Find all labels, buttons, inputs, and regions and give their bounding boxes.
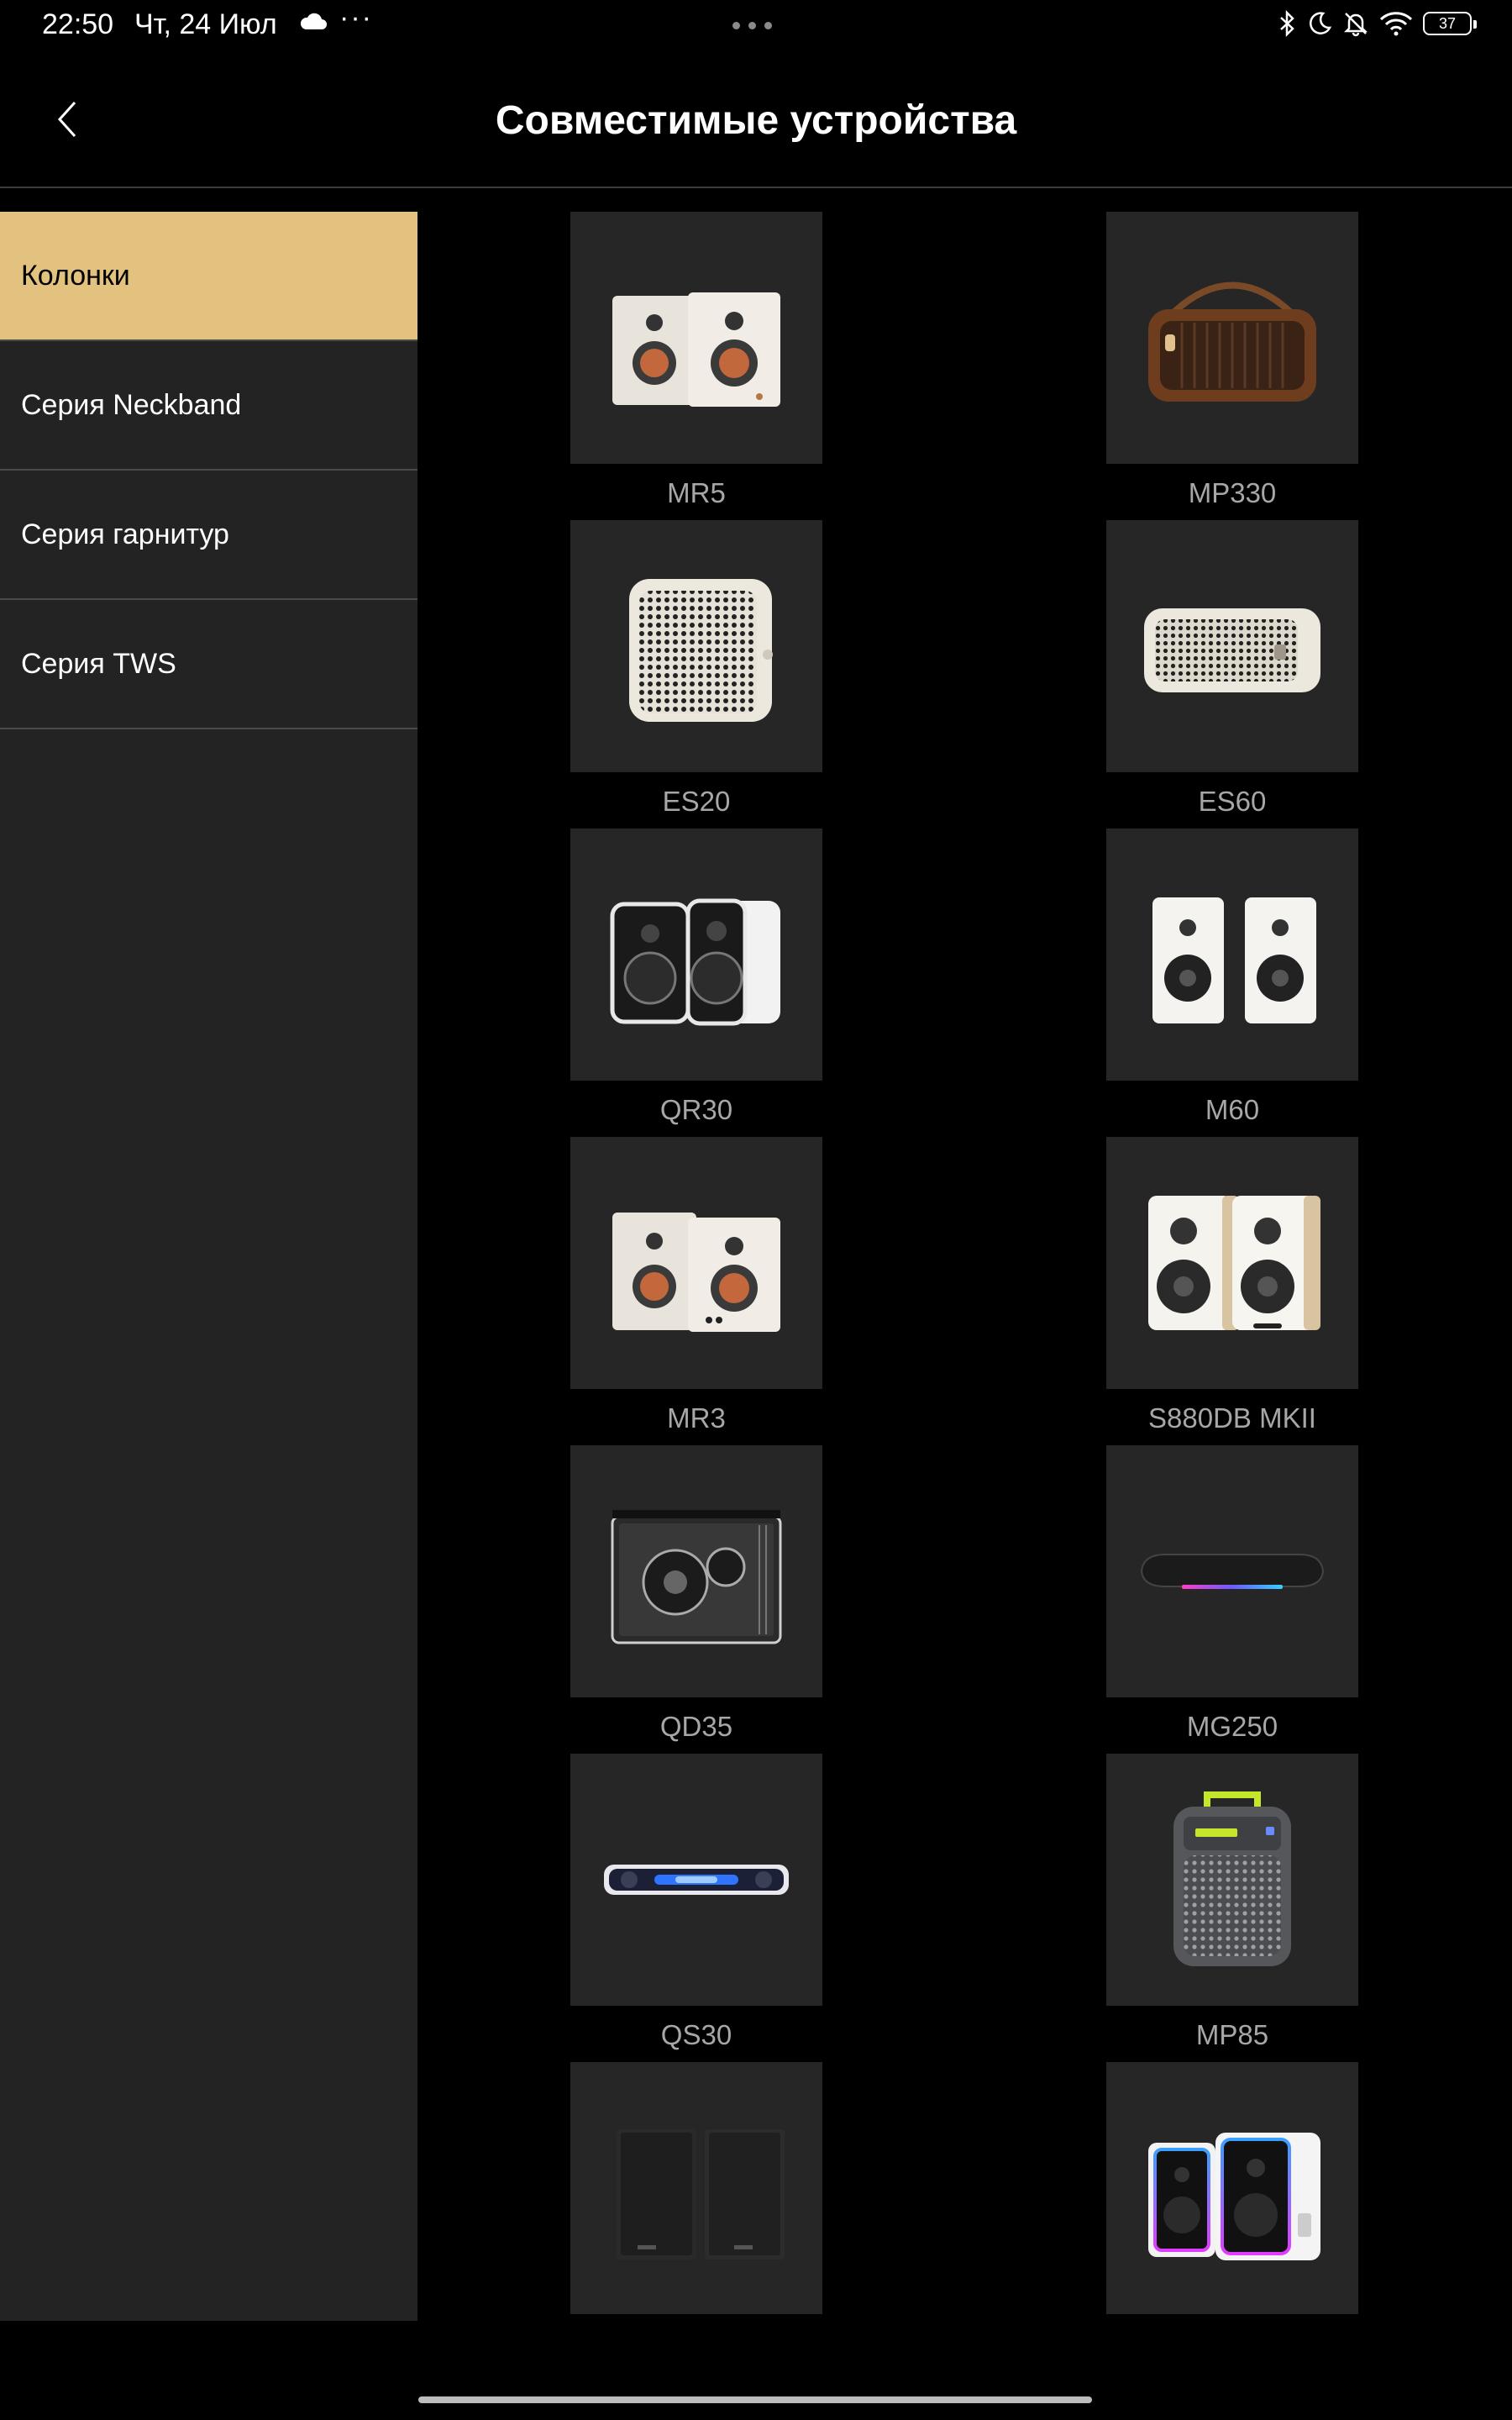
- device-image: [570, 1445, 822, 1697]
- wifi-icon: [1379, 12, 1413, 36]
- black-speakers-icon: [617, 2129, 785, 2260]
- sidebar-item-label: Колонки: [21, 259, 130, 292]
- device-name: MG250: [1186, 1711, 1278, 1742]
- device-image: [570, 520, 822, 772]
- home-indicator[interactable]: [418, 2396, 1092, 2403]
- device-name: M60: [1205, 1094, 1260, 1125]
- device-image: [1106, 1137, 1358, 1389]
- multiwindow-dots-icon[interactable]: [732, 22, 772, 29]
- device-card-mr5[interactable]: MR5: [570, 212, 822, 509]
- device-card-rgb-speakers[interactable]: [1106, 2062, 1358, 2328]
- cube-speaker-icon: [629, 579, 773, 722]
- white-speakers-icon: [1152, 897, 1316, 1023]
- device-card-mg250[interactable]: MG250: [1106, 1445, 1358, 1743]
- battery-icon: 37: [1423, 12, 1477, 35]
- device-image: [1106, 2062, 1358, 2314]
- device-card-mr3[interactable]: MR3: [570, 1137, 822, 1434]
- device-card-es60[interactable]: ES60: [1106, 520, 1358, 818]
- status-bar: 22:50 Чт, 24 Июл ··· 37: [0, 0, 1512, 52]
- device-card-qr30[interactable]: QR30: [570, 829, 822, 1126]
- wood-speakers-icon: [1148, 1196, 1320, 1330]
- device-name: QS30: [660, 2019, 732, 2050]
- device-card-qd35[interactable]: QD35: [570, 1445, 822, 1743]
- sidebar-item-label: Серия TWS: [21, 647, 176, 680]
- cloud-icon: [300, 13, 327, 29]
- battery-level: 37: [1438, 14, 1457, 32]
- device-card-es20[interactable]: ES20: [570, 520, 822, 818]
- bluetooth-icon: [1280, 10, 1294, 37]
- category-sidebar: Колонки Серия Neckband Серия гарнитур Се…: [0, 212, 417, 2321]
- device-image: [1106, 212, 1358, 464]
- sidebar-item-speakers[interactable]: Колонки: [0, 212, 417, 341]
- device-card-mp85[interactable]: MP85: [1106, 1754, 1358, 2051]
- device-image: [570, 829, 822, 1081]
- device-card-s880db-mkii[interactable]: S880DB MKII: [1106, 1137, 1358, 1434]
- sidebar-item-label: Серия Neckband: [21, 388, 242, 421]
- device-image: [570, 1754, 822, 2006]
- device-name: MP85: [1195, 2019, 1269, 2050]
- mute-bell-icon: [1343, 13, 1368, 37]
- device-name: MR3: [667, 1402, 726, 1434]
- device-name: MR5: [667, 477, 726, 508]
- sidebar-item-headsets[interactable]: Серия гарнитур: [0, 471, 417, 600]
- more-notifications-icon: ···: [339, 2, 373, 34]
- transparent-speaker-icon: [611, 1510, 782, 1644]
- device-image: [1106, 829, 1358, 1081]
- bookshelf-speakers-white-copper-icon: [612, 292, 780, 407]
- device-image: [570, 212, 822, 464]
- device-name: S880DB MKII: [1148, 1402, 1316, 1434]
- device-card-qs30[interactable]: QS30: [570, 1754, 822, 2051]
- device-image: [570, 2062, 822, 2314]
- bookshelf-speakers-white-copper-icon: [612, 1213, 780, 1332]
- device-image: [1106, 1445, 1358, 1697]
- glossy-speakers-icon: [610, 898, 780, 1026]
- device-name: MP330: [1188, 477, 1277, 508]
- device-image: [1106, 1754, 1358, 2006]
- device-image: [1106, 520, 1358, 772]
- device-image: [570, 1137, 822, 1389]
- device-card-mp330[interactable]: MP330: [1106, 212, 1358, 509]
- wide-speaker-icon: [1144, 608, 1320, 692]
- retro-radio-speaker-icon: [1148, 281, 1316, 402]
- date: Чт, 24 Июл: [134, 8, 277, 40]
- header: Совместимые устройства: [0, 52, 1512, 188]
- soundbar-rgb-icon: [1140, 1554, 1325, 1589]
- device-name: QD35: [659, 1711, 733, 1742]
- sidebar-item-neckband[interactable]: Серия Neckband: [0, 341, 417, 471]
- sidebar-item-label: Серия гарнитур: [21, 518, 229, 550]
- sidebar-item-tws[interactable]: Серия TWS: [0, 600, 417, 729]
- device-card-black-speakers[interactable]: [570, 2062, 822, 2328]
- device-name: ES60: [1198, 786, 1267, 817]
- portable-speaker-icon: [1173, 1791, 1291, 1966]
- device-name: ES20: [662, 786, 731, 817]
- page-title: Совместимые устройства: [495, 98, 1017, 143]
- clock: 22:50: [42, 8, 114, 40]
- rgb-speakers-icon: [1148, 2133, 1320, 2260]
- device-card-m60[interactable]: M60: [1106, 829, 1358, 1126]
- moon-icon: [1310, 12, 1332, 34]
- device-name: QR30: [659, 1094, 733, 1125]
- soundbar-blue-icon: [604, 1865, 789, 1895]
